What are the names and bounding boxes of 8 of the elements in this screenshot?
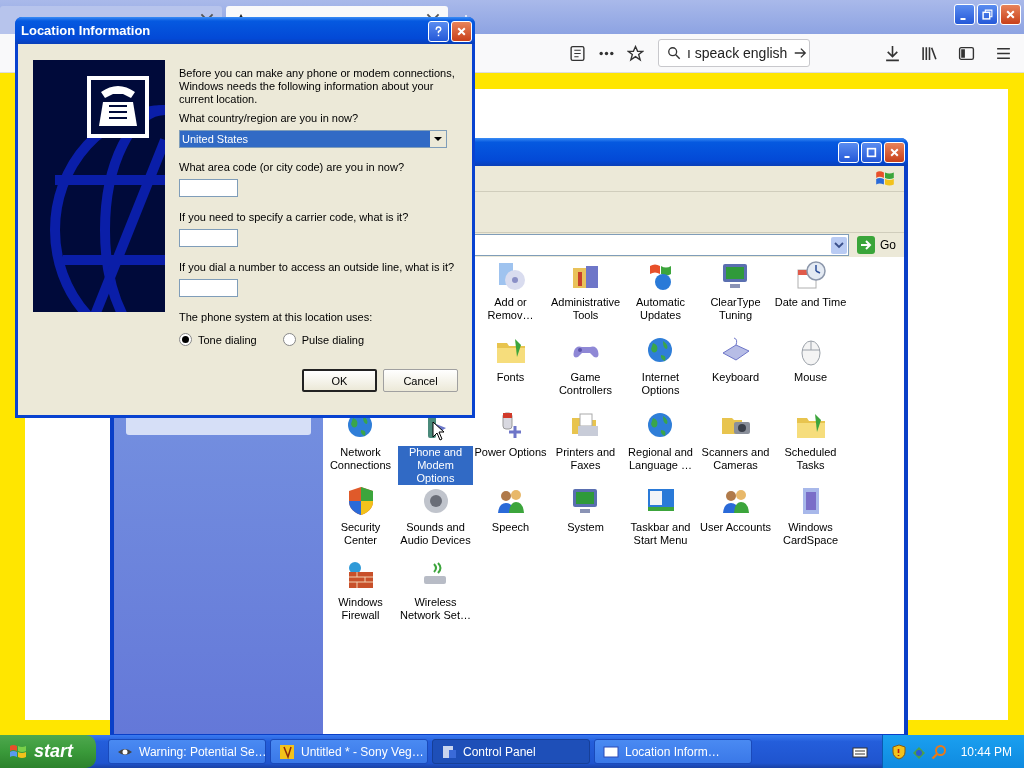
field-label: If you dial a number to access an outside line, what is it? — [179, 261, 455, 274]
window-title: Location Information — [20, 23, 151, 38]
intro-text: Before you can make any phone or modem connections, Windows needs the following information about your current location. — [179, 67, 456, 106]
field-label: What country/region are you in now? — [179, 112, 359, 125]
field-label: If you need to specify a carrier code, what is it? — [179, 211, 409, 224]
field-label: The phone system at this location uses: — [179, 311, 373, 324]
clock: 10:44 PM — [960, 744, 1012, 759]
field-label: What area code (or city code) are you in now? — [179, 161, 404, 174]
